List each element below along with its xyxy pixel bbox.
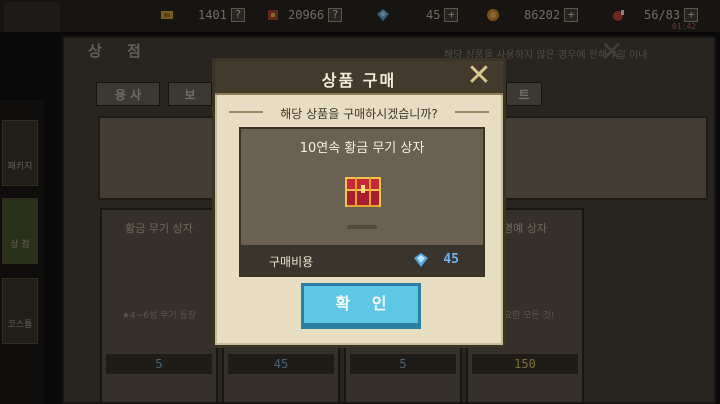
dialog-header: 상품 구매 ✕ — [215, 61, 503, 95]
chest-icon — [345, 177, 381, 207]
item-panel: 10연속 황금 무기 상자 구매비용 45 — [239, 127, 485, 277]
purchase-question: 해당 상품을 구매하시겠습니까? — [280, 107, 438, 121]
purchase-dialog: 상품 구매 ✕ 해당 상품을 구매하시겠습니까? 10연속 황금 무기 상자 구… — [212, 58, 506, 348]
chest-shadow — [347, 225, 377, 229]
cost-label: 구매비용 — [269, 255, 314, 269]
close-icon[interactable]: ✕ — [465, 61, 493, 91]
cost-bar: 구매비용 45 — [241, 245, 483, 275]
confirm-button[interactable]: 확 인 — [301, 283, 421, 329]
item-name: 10연속 황금 무기 상자 — [299, 141, 425, 156]
gem-icon — [414, 253, 428, 267]
dialog-title: 상품 구매 — [321, 71, 397, 90]
cost-value: 45 — [443, 252, 459, 267]
